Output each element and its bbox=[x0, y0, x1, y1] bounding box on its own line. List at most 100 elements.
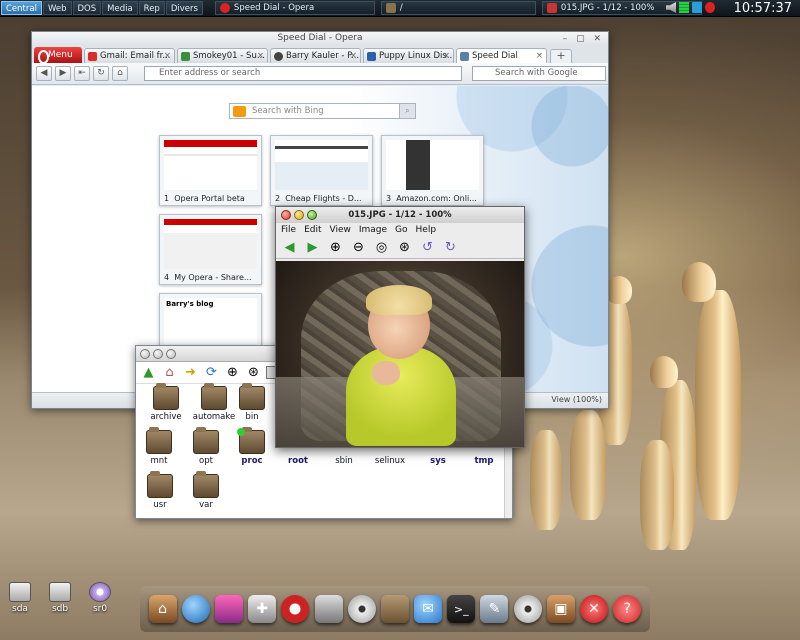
drive-label: sr0 bbox=[92, 604, 108, 614]
rotate-right-icon[interactable]: ↻ bbox=[442, 239, 459, 256]
rewind-button[interactable]: ⇤ bbox=[74, 66, 90, 81]
folder-bin[interactable]: bin bbox=[224, 383, 280, 430]
folder-icon[interactable] bbox=[380, 595, 409, 623]
menu-image[interactable]: Image bbox=[359, 223, 387, 237]
maximize-button[interactable] bbox=[307, 210, 317, 220]
up-arrow-icon[interactable]: ▲ bbox=[140, 364, 157, 381]
window-titlebar[interactable]: Speed Dial - Opera – ▢ ✕ bbox=[32, 32, 608, 45]
maximize-button[interactable] bbox=[166, 349, 176, 359]
workspace-divers[interactable]: Divers bbox=[165, 1, 203, 15]
menu-view[interactable]: View bbox=[330, 223, 351, 237]
mounted-badge-icon bbox=[237, 428, 245, 436]
folder-var[interactable]: var bbox=[178, 471, 234, 518]
window-title: 015.JPG - 1/12 - 100% bbox=[348, 210, 452, 220]
tab-speed-dial[interactable]: Speed Dial × bbox=[456, 48, 547, 63]
go-icon[interactable]: ➜ bbox=[182, 364, 199, 381]
close-tab-icon[interactable]: × bbox=[164, 49, 171, 63]
opera-menu-button[interactable]: Menu bbox=[34, 47, 82, 64]
battery-icon[interactable] bbox=[679, 2, 689, 13]
drive-icon[interactable] bbox=[314, 595, 343, 623]
close-tab-icon[interactable]: × bbox=[350, 49, 357, 63]
close-button[interactable] bbox=[140, 349, 150, 359]
tab-smokey01[interactable]: Smokey01 - Su... × bbox=[177, 48, 268, 63]
zoom-out-icon[interactable]: ⊖ bbox=[350, 239, 367, 256]
chat-icon[interactable]: ✉ bbox=[414, 595, 443, 623]
terminal-icon[interactable]: >_ bbox=[447, 595, 476, 623]
close-button[interactable] bbox=[281, 210, 291, 220]
home-button[interactable]: ⌂ bbox=[112, 66, 128, 81]
menu-edit[interactable]: Edit bbox=[304, 223, 321, 237]
tab-barry-kauler[interactable]: Barry Kauler - P... × bbox=[270, 48, 361, 63]
speed-dial-1[interactable]: 1 Opera Portal beta bbox=[159, 135, 262, 206]
zoom-normal-icon[interactable]: ◎ bbox=[373, 239, 390, 256]
photo-child-body bbox=[346, 346, 456, 446]
refresh-icon[interactable]: ⟳ bbox=[203, 364, 220, 381]
editor-icon[interactable]: ✎ bbox=[480, 595, 509, 623]
opera-icon[interactable] bbox=[281, 595, 310, 623]
window-controls[interactable]: – ▢ ✕ bbox=[563, 33, 604, 46]
help-icon[interactable]: ? bbox=[613, 595, 642, 623]
google-search-field[interactable]: Search with Google bbox=[472, 66, 606, 81]
reload-button[interactable]: ↻ bbox=[93, 66, 109, 81]
workspace-dos[interactable]: DOS bbox=[72, 1, 102, 15]
menu-help[interactable]: Help bbox=[416, 223, 437, 237]
minimize-button[interactable] bbox=[294, 210, 304, 220]
menu-file[interactable]: File bbox=[281, 223, 296, 237]
puzzle-icon[interactable]: ✚ bbox=[248, 595, 277, 623]
forward-button[interactable]: ▶ bbox=[55, 66, 71, 81]
dog-icon bbox=[274, 52, 283, 61]
home-icon[interactable]: ⌂ bbox=[148, 595, 177, 623]
new-tab-button[interactable]: + bbox=[550, 49, 572, 63]
rotate-left-icon[interactable]: ↺ bbox=[419, 239, 436, 256]
top-panel: Central Web DOS Media Rep Divers Speed D… bbox=[0, 0, 800, 17]
speed-dial-4[interactable]: 4 My Opera - Share... bbox=[159, 214, 262, 285]
minimize-button[interactable] bbox=[153, 349, 163, 359]
speed-dial-thumbnail bbox=[164, 140, 257, 190]
drive-sr0[interactable]: sr0 bbox=[80, 582, 120, 614]
address-field[interactable]: Enter address or search bbox=[144, 66, 462, 81]
network-icon[interactable] bbox=[692, 2, 702, 13]
shutdown-icon[interactable]: ✕ bbox=[580, 595, 609, 623]
package-icon[interactable]: ▣ bbox=[546, 595, 575, 623]
next-icon[interactable]: ▶ bbox=[304, 239, 321, 256]
workspace-media[interactable]: Media bbox=[102, 1, 138, 15]
zoom-in-icon[interactable]: ⊕ bbox=[327, 239, 344, 256]
media-icon[interactable] bbox=[513, 595, 542, 623]
globe-icon[interactable] bbox=[181, 595, 210, 623]
bing-placeholder: Search with Bing bbox=[252, 106, 324, 116]
speed-dial-3[interactable]: 3 Amazon.com: Onli... bbox=[381, 135, 484, 206]
window-titlebar[interactable]: 015.JPG - 1/12 - 100% bbox=[276, 207, 524, 223]
speed-dial-5[interactable]: Barry's blog bbox=[159, 293, 262, 347]
zoom-in-icon[interactable]: ⊕ bbox=[224, 364, 241, 381]
tab-puppy-linux[interactable]: Puppy Linux Dis... × bbox=[363, 48, 454, 63]
back-button[interactable]: ◀ bbox=[36, 66, 52, 81]
workspace-rep[interactable]: Rep bbox=[138, 1, 165, 15]
close-tab-icon[interactable]: × bbox=[257, 49, 264, 63]
previous-icon[interactable]: ◀ bbox=[281, 239, 298, 256]
zoom-control[interactable]: View (100%) bbox=[551, 395, 602, 404]
workspace-web[interactable]: Web bbox=[42, 1, 72, 15]
alert-icon[interactable] bbox=[705, 2, 715, 13]
folder-icon bbox=[146, 427, 172, 454]
speed-dial-2[interactable]: 2 Cheap Flights - D... bbox=[270, 135, 373, 206]
close-tab-icon[interactable]: × bbox=[536, 49, 543, 63]
search-icon[interactable]: ⌕ bbox=[399, 104, 415, 118]
zoom-fit-icon[interactable]: ⊛ bbox=[396, 239, 413, 256]
clock[interactable]: 10:57:37 bbox=[734, 0, 792, 17]
folder-icon bbox=[239, 383, 265, 410]
volume-icon[interactable] bbox=[666, 2, 676, 13]
film-icon[interactable] bbox=[347, 595, 376, 623]
paint-icon[interactable] bbox=[214, 595, 243, 623]
menu-go[interactable]: Go bbox=[395, 223, 407, 237]
tab-gmail[interactable]: Gmail: Email fr... × bbox=[84, 48, 175, 63]
task-opera[interactable]: Speed Dial - Opera bbox=[214, 1, 375, 15]
photo-child-hair bbox=[366, 285, 432, 315]
home-icon[interactable]: ⌂ bbox=[161, 364, 178, 381]
bing-search-field[interactable]: Search with Bing ⌕ bbox=[229, 103, 416, 119]
close-tab-icon[interactable]: × bbox=[443, 49, 450, 63]
zoom-fit-icon[interactable]: ⊛ bbox=[245, 364, 262, 381]
workspace-central[interactable]: Central bbox=[1, 1, 42, 15]
drive-sdb[interactable]: sdb bbox=[40, 582, 80, 614]
task-filemanager[interactable]: / bbox=[380, 1, 536, 15]
drive-sda[interactable]: sda bbox=[0, 582, 40, 614]
